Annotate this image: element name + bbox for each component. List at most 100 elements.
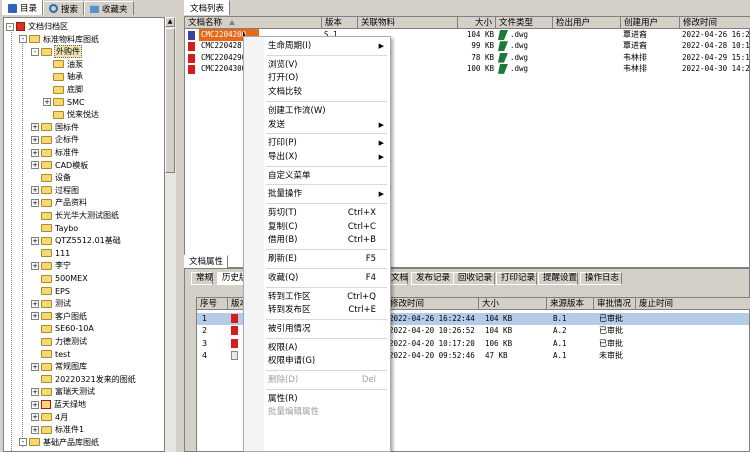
menu-item[interactable]: 浏览(V) bbox=[244, 58, 390, 72]
tree-scrollbar[interactable]: ▲ bbox=[165, 17, 176, 452]
tab-property[interactable]: 回收记录 bbox=[453, 272, 495, 285]
tree-expander[interactable]: + bbox=[31, 425, 39, 434]
menu-item[interactable]: 权限申请(G) bbox=[244, 354, 390, 368]
column-header[interactable]: 来源版本 bbox=[547, 298, 594, 310]
tree-item[interactable]: + 标准件1 bbox=[31, 423, 85, 436]
menu-item[interactable]: 生命周期(I) ▶ bbox=[244, 39, 390, 53]
column-header[interactable]: 大小 bbox=[458, 17, 496, 29]
menu-item[interactable]: 借用(B) Ctrl+B bbox=[244, 233, 390, 247]
tree-item[interactable]: + 客户图纸 bbox=[31, 310, 88, 323]
tab-search[interactable]: 搜索 bbox=[43, 1, 85, 15]
column-header[interactable]: 创建用户 bbox=[621, 17, 680, 29]
tree-expander[interactable]: + bbox=[31, 261, 39, 270]
tree-expander[interactable]: + bbox=[31, 413, 39, 422]
tree-item[interactable]: + 蓝天绿地 bbox=[31, 398, 87, 411]
tree-item[interactable]: + 测试 bbox=[31, 297, 72, 310]
tree-item[interactable]: 底脚 bbox=[43, 83, 84, 96]
menu-item[interactable]: 批量操作 ▶ bbox=[244, 187, 390, 201]
tree-expander[interactable]: + bbox=[31, 312, 39, 321]
column-header[interactable]: 修改时间 bbox=[680, 17, 750, 29]
menu-item[interactable]: 复制(C) Ctrl+C bbox=[244, 220, 390, 234]
tab-directory[interactable]: 目录 bbox=[2, 0, 44, 15]
tab-property[interactable]: 提醒设置 bbox=[538, 272, 578, 285]
tree-item[interactable]: 油泵 bbox=[43, 58, 84, 71]
tree-item[interactable]: 悦来悦达 bbox=[43, 108, 100, 121]
column-header[interactable]: 文件类型 bbox=[496, 17, 553, 29]
tree-item[interactable]: - 标准物料库图纸 bbox=[19, 33, 100, 46]
tree-expander[interactable]: - bbox=[19, 35, 27, 44]
tree-item[interactable]: Taybo bbox=[31, 222, 79, 235]
column-header[interactable]: 修改时间 bbox=[387, 298, 479, 310]
column-header[interactable]: 检出用户 bbox=[553, 17, 621, 29]
directory-tree[interactable]: - 文档归档区 - 标准物料库图纸 - 外购件 油泵 轴承 底脚 + SMC 悦来悦达 + 国标件 + 企标件… bbox=[3, 17, 165, 452]
tab-property[interactable]: 发布记录 bbox=[411, 272, 457, 285]
tree-item[interactable]: 力德测试 bbox=[31, 335, 88, 348]
tree-expander[interactable]: + bbox=[31, 161, 39, 170]
column-header[interactable]: 大小 bbox=[479, 298, 547, 310]
menu-item[interactable]: 刷新(E) F5 bbox=[244, 252, 390, 266]
menu-item[interactable]: 打开(O) bbox=[244, 71, 390, 85]
menu-item[interactable]: 转到发布区 Ctrl+E bbox=[244, 303, 390, 317]
tree-expander[interactable]: + bbox=[31, 135, 39, 144]
column-header[interactable]: 废止时间 bbox=[636, 298, 750, 310]
tree-expander[interactable]: - bbox=[31, 47, 39, 56]
tree-item[interactable]: + CAD模板 bbox=[31, 159, 89, 172]
menu-item[interactable]: 创建工作流(W) bbox=[244, 104, 390, 118]
menu-item[interactable]: 打印(P) ▶ bbox=[244, 136, 390, 150]
menu-item[interactable]: 剪切(T) Ctrl+X bbox=[244, 206, 390, 220]
tree-item[interactable]: + 李宁 bbox=[31, 259, 72, 272]
tree-item[interactable]: 20220321发来的图纸 bbox=[31, 373, 137, 386]
tree-item[interactable]: 111 bbox=[31, 247, 71, 260]
tree-item[interactable]: +4月 bbox=[31, 411, 69, 424]
tree-item[interactable]: + 产品资料 bbox=[31, 196, 88, 209]
menu-item[interactable]: 转到工作区 Ctrl+Q bbox=[244, 290, 390, 304]
tree-root[interactable]: - 文档归档区 bbox=[6, 20, 69, 33]
tree-item[interactable]: + SMC bbox=[43, 96, 86, 109]
tree-expander[interactable]: + bbox=[31, 299, 39, 308]
menu-item[interactable]: 导出(X) ▶ bbox=[244, 150, 390, 164]
tree-item[interactable]: 500MEX bbox=[31, 272, 89, 285]
tree-item[interactable]: + 过程图 bbox=[31, 184, 80, 197]
tree-expander[interactable]: + bbox=[31, 400, 39, 409]
tree-item[interactable]: 长光华大测试图纸 bbox=[31, 209, 120, 222]
menu-item[interactable]: 收藏(Q) F4 bbox=[244, 271, 390, 285]
tree-item[interactable]: + 企标件 bbox=[31, 133, 80, 146]
menu-item[interactable]: 被引用情况 bbox=[244, 322, 390, 336]
tree-expander[interactable]: + bbox=[31, 186, 39, 195]
menu-item[interactable]: 文档比较 bbox=[244, 85, 390, 99]
column-header[interactable]: 版本 bbox=[322, 17, 358, 29]
tab-doc-list[interactable]: 文档列表 bbox=[184, 0, 231, 15]
tree-item[interactable]: + 常规图库 bbox=[31, 360, 88, 373]
column-header[interactable]: 审批情况 bbox=[594, 298, 636, 310]
tree-item[interactable]: + 标准件 bbox=[31, 146, 80, 159]
tree-expander[interactable]: + bbox=[31, 387, 39, 396]
column-header[interactable]: 文档名称 bbox=[185, 17, 322, 29]
tree-expander[interactable]: + bbox=[31, 148, 39, 157]
tree-item[interactable]: + 富瑞天测试 bbox=[31, 385, 96, 398]
tree-item[interactable]: EPS bbox=[31, 285, 71, 298]
tree-expander[interactable]: + bbox=[31, 236, 39, 245]
scroll-thumb[interactable] bbox=[165, 28, 175, 173]
tree-item[interactable]: - 基础产品库图纸 bbox=[19, 436, 100, 449]
column-header[interactable]: 关联物料 bbox=[358, 17, 458, 29]
tree-item[interactable]: 设备 bbox=[31, 171, 72, 184]
menu-item[interactable]: 自定义菜单 bbox=[244, 169, 390, 183]
menu-item[interactable]: 权限(A) bbox=[244, 341, 390, 355]
tree-item-selected[interactable]: - 外购件 bbox=[31, 45, 82, 59]
tab-property[interactable]: 操作日志 bbox=[580, 272, 622, 285]
tree-item[interactable]: test bbox=[31, 348, 71, 361]
scroll-up-button[interactable]: ▲ bbox=[165, 17, 175, 27]
tree-expander[interactable]: + bbox=[31, 198, 39, 207]
tree-item[interactable]: SE60-10A bbox=[31, 322, 95, 335]
tree-expander[interactable]: + bbox=[31, 123, 39, 132]
tab-property[interactable]: 常规 bbox=[191, 272, 213, 285]
menu-item[interactable]: 属性(R) bbox=[244, 392, 390, 406]
tree-expander[interactable]: + bbox=[31, 362, 39, 371]
tree-expander[interactable]: - bbox=[6, 22, 14, 31]
tree-expander[interactable]: + bbox=[43, 98, 51, 107]
tree-expander[interactable]: - bbox=[19, 438, 27, 447]
tree-item[interactable]: + QTZ5512.01基础 bbox=[31, 234, 122, 247]
tree-item[interactable]: + 国标件 bbox=[31, 121, 80, 134]
column-header[interactable]: 序号 bbox=[197, 298, 228, 310]
tab-favorites[interactable]: 收藏夹 bbox=[84, 1, 134, 15]
